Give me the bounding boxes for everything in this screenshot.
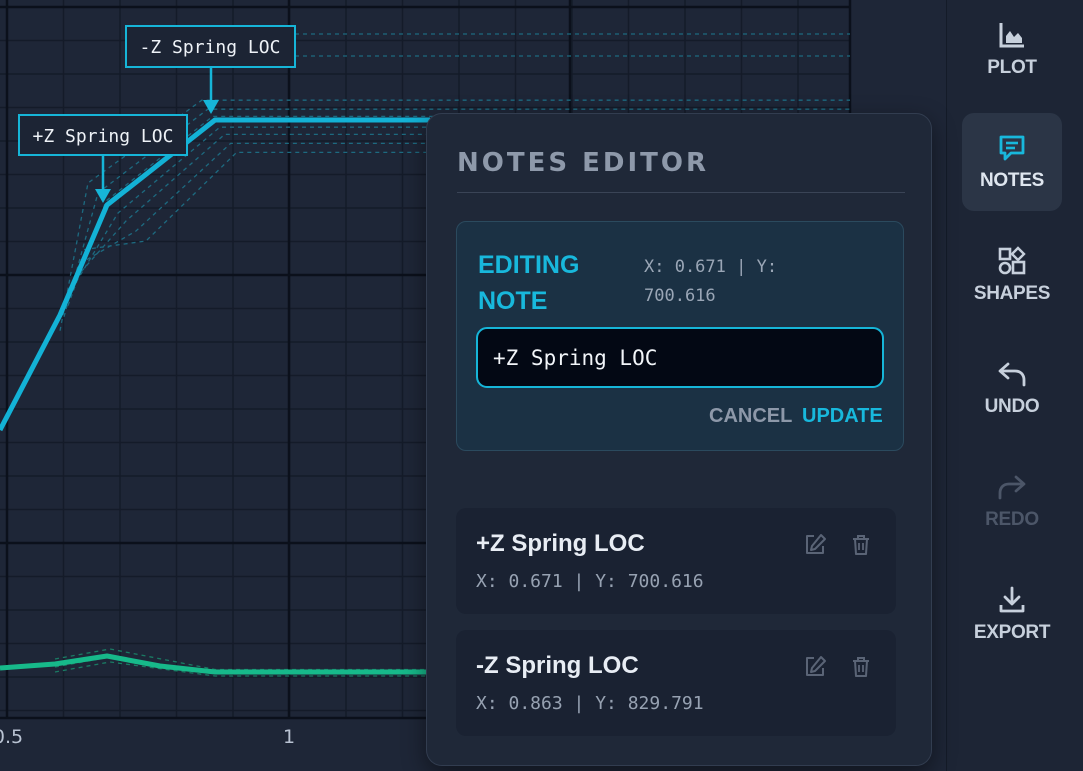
toolbar-label: NOTES	[980, 170, 1044, 191]
cancel-button[interactable]: CANCEL	[709, 405, 792, 428]
editing-note-coords: X: 0.671 | Y: 700.616	[644, 257, 778, 306]
annotation-label: -Z Spring LOC	[140, 37, 281, 58]
panel-title: NOTES EDITOR	[457, 148, 710, 178]
toolbar-label: UNDO	[984, 396, 1040, 417]
notes-button[interactable]: NOTES	[962, 113, 1062, 211]
shapes-button[interactable]: SHAPES	[962, 226, 1062, 324]
trash-icon[interactable]	[850, 656, 872, 678]
undo-button[interactable]: UNDO	[962, 339, 1062, 437]
export-button[interactable]: EXPORT	[962, 565, 1062, 663]
notes-editor-panel: NOTES EDITOR EDITING NOTE X: 0.671 | Y: …	[426, 113, 932, 766]
note-card[interactable]: -Z Spring LOC X: 0.863 | Y: 829.791	[456, 630, 896, 736]
note-text-input[interactable]	[476, 327, 884, 388]
right-toolbar: PLOT NOTES SHAPES UNDO REDO EXPORT	[946, 0, 1083, 771]
plot-button[interactable]: PLOT	[962, 0, 1062, 98]
annotation-minus-z[interactable]: -Z Spring LOC	[125, 25, 296, 68]
toolbar-label: REDO	[985, 509, 1039, 530]
annotation-label: +Z Spring LOC	[33, 126, 174, 147]
toolbar-label: SHAPES	[973, 283, 1051, 304]
chart-icon	[999, 23, 1024, 48]
shapes-icon	[998, 246, 1026, 275]
edit-note-box: EDITING NOTE X: 0.671 | Y: 700.616 CANCE…	[456, 221, 904, 451]
x-tick-label: 1	[283, 726, 295, 748]
editing-note-label: EDITING NOTE	[478, 251, 580, 315]
download-icon	[999, 586, 1025, 613]
edit-icon[interactable]	[802, 654, 828, 680]
comment-icon	[999, 135, 1025, 161]
panel-divider	[457, 192, 905, 193]
redo-icon	[998, 475, 1026, 500]
annotation-plus-z[interactable]: +Z Spring LOC	[18, 114, 188, 156]
edit-icon[interactable]	[802, 532, 828, 558]
toolbar-label: EXPORT	[973, 622, 1051, 643]
note-coords: X: 0.863 | Y: 829.791	[476, 693, 704, 714]
redo-button[interactable]: REDO	[962, 452, 1062, 550]
note-coords: X: 0.671 | Y: 700.616	[476, 571, 704, 592]
update-button[interactable]: UPDATE	[802, 405, 883, 428]
note-title: +Z Spring LOC	[476, 530, 645, 557]
undo-icon	[998, 362, 1026, 387]
x-tick-label: 0.5	[0, 726, 23, 748]
note-title: -Z Spring LOC	[476, 652, 639, 679]
annotation-arrow	[95, 156, 111, 203]
note-card[interactable]: +Z Spring LOC X: 0.671 | Y: 700.616	[456, 508, 896, 614]
series-secondary-line	[0, 653, 430, 675]
toolbar-label: PLOT	[987, 57, 1037, 78]
trash-icon[interactable]	[850, 534, 872, 556]
